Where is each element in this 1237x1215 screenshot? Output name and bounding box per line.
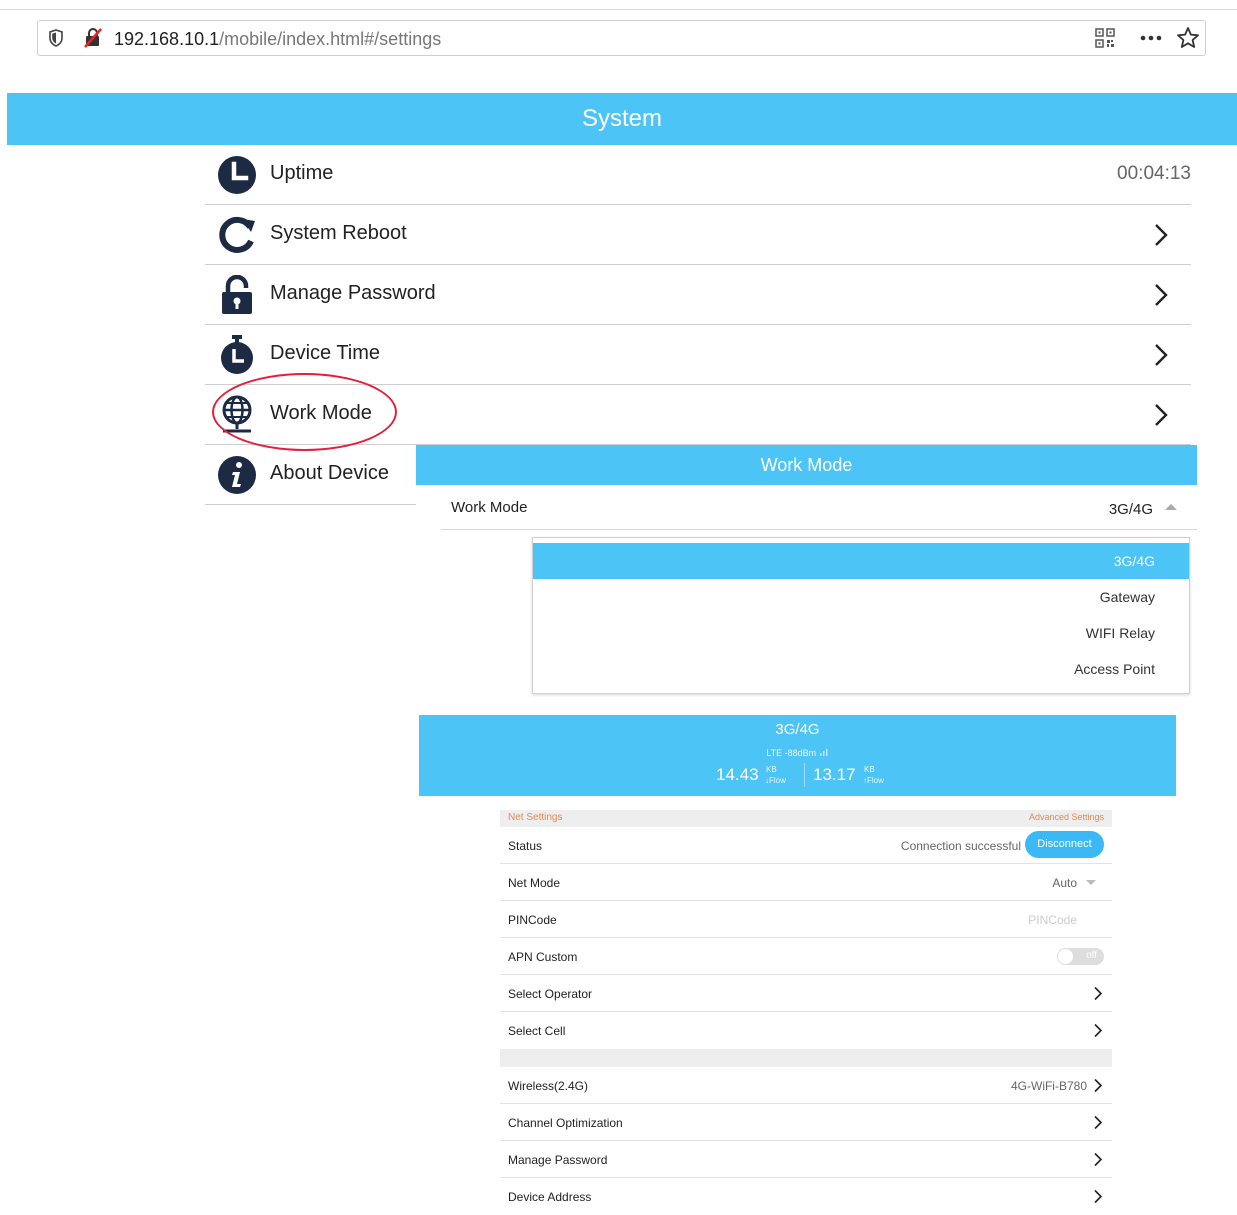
signal-text: LTE -88dBm [766, 748, 817, 758]
channel-optimization-row[interactable]: Channel Optimization [500, 1104, 1112, 1141]
net-settings-section: Net Settings Advanced Settings [500, 810, 1112, 827]
work-mode-value: 3G/4G [1108, 501, 1153, 518]
menu-item-label: Device Time [270, 342, 381, 364]
download-flow-value: 14.43 [716, 765, 759, 784]
info-icon [218, 456, 256, 494]
work-mode-header: Work Mode [416, 445, 1197, 485]
net-mode-label: Net Mode [508, 876, 561, 890]
shield-icon[interactable] [48, 29, 64, 47]
wireless-label: Wireless(2.4G) [508, 1079, 589, 1093]
net-settings-list: Net Settings Advanced Settings Status Co… [500, 810, 1112, 1215]
channel-optimization-label: Channel Optimization [508, 1116, 623, 1130]
caret-down-icon [1086, 880, 1096, 885]
connection-status-band: 3G/4G LTE -88dBm 14.43 KB ↓Flow 13.17 KB… [419, 715, 1176, 796]
select-cell-label: Select Cell [508, 1024, 566, 1038]
download-unit: KB [766, 765, 777, 774]
qr-code-icon[interactable] [1095, 28, 1115, 48]
device-address-row[interactable]: Device Address [500, 1178, 1112, 1215]
system-header: System [7, 93, 1237, 145]
download-label: ↓Flow [765, 776, 786, 785]
reboot-icon [219, 216, 255, 253]
chevron-right-icon [1094, 1023, 1103, 1038]
option-gateway[interactable]: Gateway [533, 579, 1189, 615]
net-mode-value: Auto [1052, 876, 1077, 890]
advanced-settings-link[interactable]: Advanced Settings [1029, 812, 1104, 822]
disconnect-button[interactable]: Disconnect [1025, 831, 1104, 858]
url-path: /mobile/index.html#/settings [219, 29, 442, 49]
menu-item-label: About Device [270, 462, 389, 484]
stopwatch-icon [221, 335, 253, 374]
menu-item-label: System Reboot [270, 222, 407, 244]
pincode-row: PINCode PINCode [500, 901, 1112, 938]
caret-up-icon [1165, 504, 1177, 510]
work-mode-dropdown: 3G/4G Gateway WIFI Relay Access Point [532, 537, 1190, 694]
uptime-value: 00:04:13 [1117, 163, 1191, 184]
apn-custom-row: APN Custom off [500, 938, 1112, 975]
apn-custom-label: APN Custom [508, 950, 578, 964]
signal-info: LTE -88dBm [419, 748, 1176, 758]
insecure-lock-icon[interactable] [82, 27, 104, 49]
option-3g-4g[interactable]: 3G/4G [533, 543, 1189, 579]
menu-item-about-device[interactable]: About Device [205, 445, 416, 505]
section-gap [500, 1049, 1112, 1067]
manage-password-row[interactable]: Manage Password [500, 1141, 1112, 1178]
upload-label: ↑Flow [863, 776, 884, 785]
status-row: Status Connection successful Disconnect [500, 827, 1112, 864]
work-mode-label: Work Mode [451, 499, 528, 516]
more-options-icon[interactable] [1140, 34, 1162, 42]
menu-item-system-reboot[interactable]: System Reboot [205, 205, 1191, 265]
net-mode-row[interactable]: Net Mode Auto [500, 864, 1112, 901]
status-label: Status [508, 839, 543, 853]
device-address-label: Device Address [508, 1190, 592, 1204]
chevron-right-icon [1094, 1115, 1103, 1130]
unlock-icon [222, 275, 252, 314]
browser-top-edge [0, 0, 1237, 10]
menu-item-uptime: Uptime 00:04:13 [205, 145, 1191, 205]
chevron-right-icon [1094, 1189, 1103, 1204]
address-bar[interactable]: 192.168.10.1/mobile/index.html#/settings [37, 20, 1206, 56]
select-operator-label: Select Operator [508, 987, 593, 1001]
select-operator-row[interactable]: Select Operator [500, 975, 1112, 1012]
option-wifi-relay[interactable]: WIFI Relay [533, 615, 1189, 651]
clock-icon [218, 156, 256, 194]
toggle-state: off [1086, 950, 1097, 961]
menu-item-manage-password[interactable]: Manage Password [205, 265, 1191, 325]
flow-separator [804, 763, 805, 787]
upload-unit: KB [864, 765, 875, 774]
url-host: 192.168.10.1 [114, 29, 220, 49]
select-cell-row[interactable]: Select Cell [500, 1012, 1112, 1049]
manage-password-label: Manage Password [508, 1153, 608, 1167]
work-mode-highlight-annotation [212, 373, 397, 451]
chevron-right-icon [1155, 224, 1168, 246]
band-mode: 3G/4G [775, 721, 820, 738]
url-text[interactable]: 192.168.10.1/mobile/index.html#/settings [114, 29, 441, 50]
chevron-right-icon [1155, 344, 1168, 366]
section-title: Net Settings [508, 812, 563, 823]
bookmark-star-icon[interactable] [1176, 26, 1200, 50]
chevron-right-icon [1094, 986, 1103, 1001]
chevron-right-icon [1094, 1078, 1103, 1093]
toggle-knob [1058, 949, 1073, 964]
chevron-right-icon [1094, 1152, 1103, 1167]
chevron-right-icon [1155, 284, 1168, 306]
wireless-row[interactable]: Wireless(2.4G) 4G-WiFi-B780 [500, 1067, 1112, 1104]
menu-item-label: Uptime [270, 162, 334, 184]
pincode-input[interactable]: PINCode [1028, 913, 1077, 927]
apn-custom-toggle[interactable]: off [1057, 948, 1104, 965]
chevron-right-icon [1155, 404, 1168, 426]
pincode-label: PINCode [508, 913, 557, 927]
status-value: Connection successful [900, 839, 1021, 853]
menu-item-device-time[interactable]: Device Time [205, 325, 1191, 385]
signal-bars-icon [819, 749, 828, 756]
menu-item-label: Manage Password [270, 282, 436, 304]
wireless-ssid: 4G-WiFi-B780 [1010, 1079, 1087, 1093]
option-access-point[interactable]: Access Point [533, 651, 1189, 687]
upload-flow-value: 13.17 [813, 765, 856, 784]
work-mode-select[interactable]: Work Mode 3G/4G [441, 488, 1197, 530]
